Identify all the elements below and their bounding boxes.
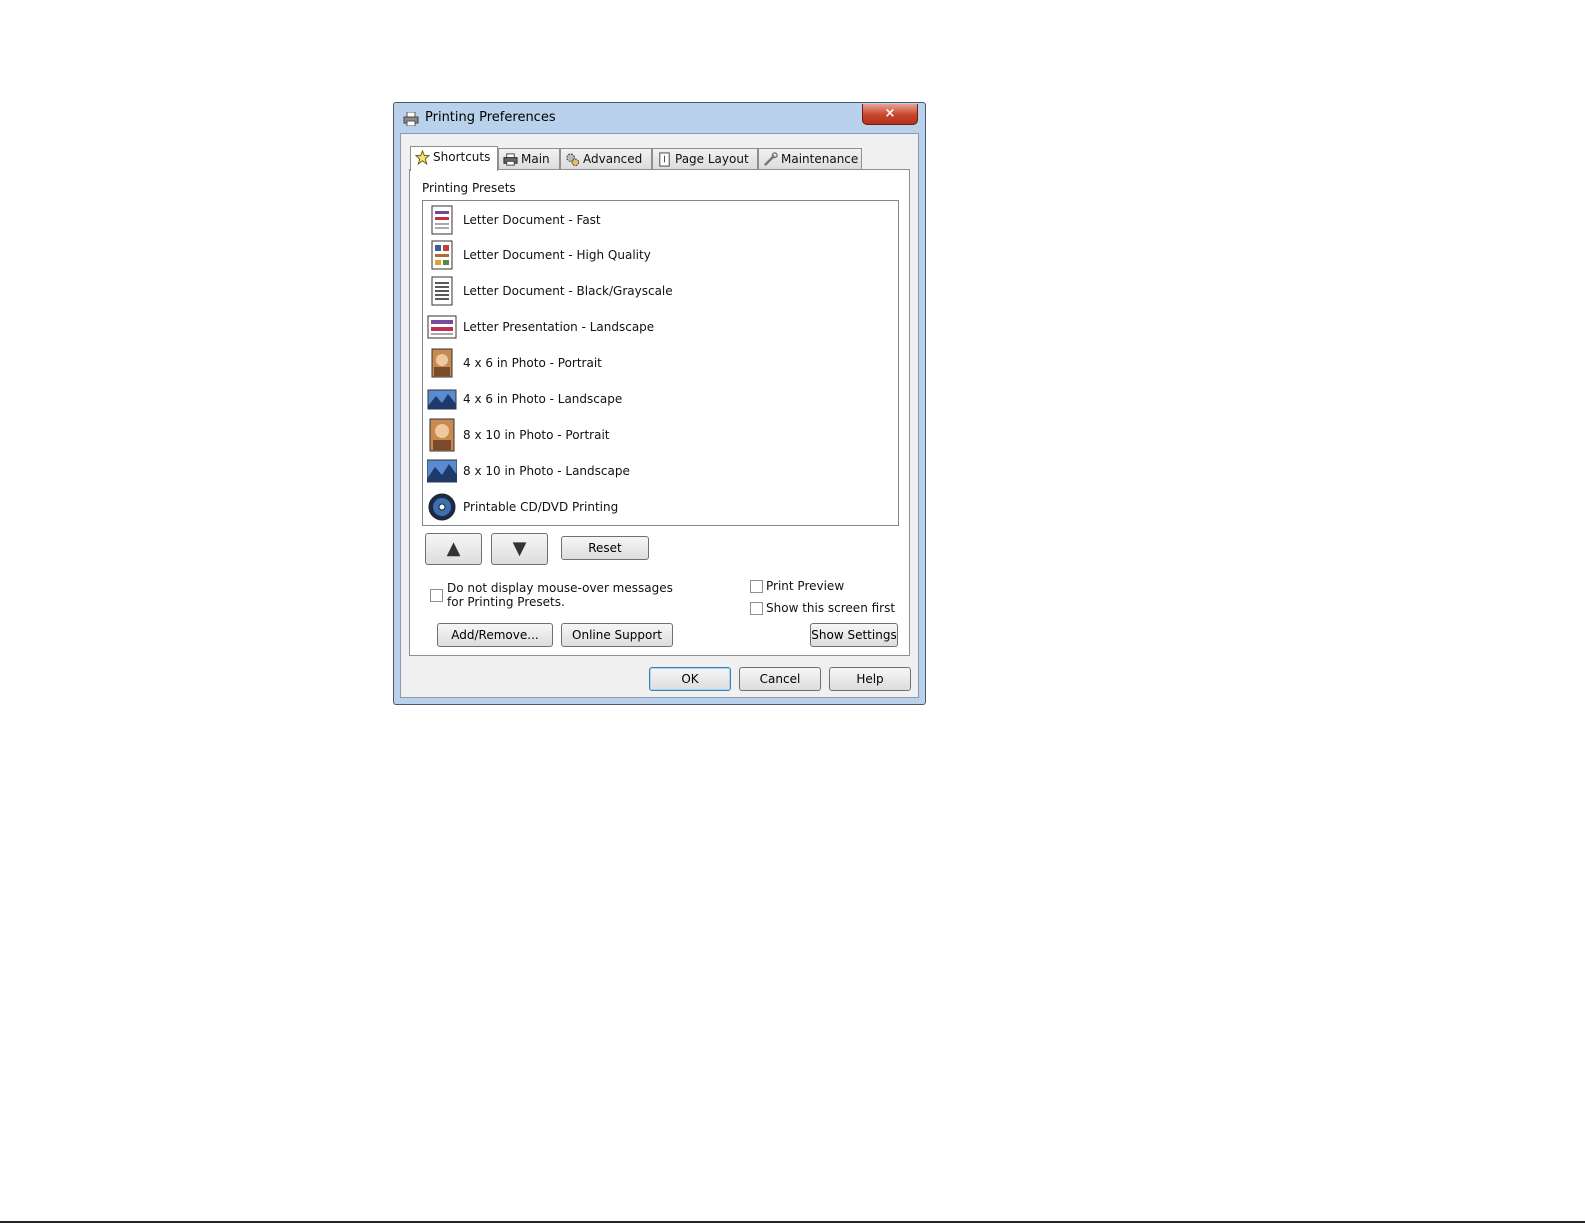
page-icon	[659, 152, 670, 167]
move-up-button[interactable]: ▲	[425, 533, 482, 565]
tab-maintenance-label: Maintenance	[781, 152, 859, 166]
help-button[interactable]: Help	[829, 667, 911, 691]
preset-label: Letter Presentation - Landscape	[463, 320, 655, 334]
tab-main-label: Main	[521, 152, 550, 166]
print-preview-label: Print Preview	[766, 579, 845, 593]
printing-preferences-dialog: Printing Preferences × Shortcuts Main Ad…	[393, 102, 926, 705]
preset-label: 8 x 10 in Photo - Landscape	[463, 464, 630, 478]
preset-4x6-photo-landscape[interactable]: 4 x 6 in Photo - Landscape	[427, 382, 887, 416]
preset-list[interactable]: Letter Document - Fast Letter Document -…	[422, 200, 899, 526]
tab-main[interactable]: Main	[498, 148, 560, 169]
mouseover-messages-label: Do not display mouse-over messages for P…	[447, 581, 673, 609]
mouseover-messages-checkbox[interactable]	[430, 589, 443, 602]
tab-advanced[interactable]: Advanced	[560, 148, 652, 169]
print-preview-checkbox[interactable]	[750, 580, 763, 593]
show-screen-first-label: Show this screen first	[766, 601, 896, 615]
preset-label: 4 x 6 in Photo - Portrait	[463, 356, 602, 370]
star-icon	[415, 150, 430, 165]
tab-page-layout-label: Page Layout	[675, 152, 749, 166]
tab-shortcuts[interactable]: Shortcuts	[410, 146, 498, 171]
tab-page-layout[interactable]: Page Layout	[652, 148, 758, 169]
preset-label: Letter Document - Fast	[463, 213, 601, 227]
close-button[interactable]: ×	[862, 104, 918, 125]
add-remove-button[interactable]: Add/Remove...	[437, 623, 553, 647]
preset-label: 4 x 6 in Photo - Landscape	[463, 392, 623, 406]
preset-letter-presentation-landscape[interactable]: Letter Presentation - Landscape	[427, 310, 887, 344]
bottom-divider	[0, 1221, 1585, 1223]
reset-button[interactable]: Reset	[561, 536, 649, 560]
cd-dvd-icon	[428, 493, 456, 521]
cancel-button[interactable]: Cancel	[739, 667, 821, 691]
shortcuts-panel: Printing Presets Letter Document - Fast	[409, 169, 910, 656]
preset-letter-document-high-quality[interactable]: Letter Document - High Quality	[427, 238, 887, 272]
preset-8x10-photo-portrait[interactable]: 8 x 10 in Photo - Portrait	[427, 418, 887, 452]
printing-presets-label: Printing Presets	[422, 181, 516, 195]
title-bar: Printing Preferences ×	[394, 103, 925, 133]
window-title: Printing Preferences	[425, 110, 556, 125]
preset-letter-document-fast[interactable]: Letter Document - Fast	[427, 203, 887, 237]
preset-label: Letter Document - High Quality	[463, 248, 651, 262]
preset-8x10-photo-landscape[interactable]: 8 x 10 in Photo - Landscape	[427, 454, 887, 488]
online-support-button[interactable]: Online Support	[561, 623, 673, 647]
show-settings-button[interactable]: Show Settings	[810, 623, 898, 647]
tab-maintenance[interactable]: Maintenance	[758, 148, 862, 169]
photo-landscape-icon	[427, 389, 457, 410]
document-grayscale-icon	[431, 276, 453, 306]
mouseover-label-line1: Do not display mouse-over messages	[447, 581, 673, 595]
move-down-button[interactable]: ▼	[491, 533, 548, 565]
dialog-client-area: Shortcuts Main Advanced Page Layout Main…	[400, 133, 919, 698]
preset-label: Letter Document - Black/Grayscale	[463, 284, 673, 298]
ok-button[interactable]: OK	[649, 667, 731, 691]
photo-portrait-icon	[429, 418, 455, 452]
arrow-up-icon: ▲	[446, 538, 461, 559]
preset-4x6-photo-portrait[interactable]: 4 x 6 in Photo - Portrait	[427, 346, 887, 380]
photo-portrait-icon	[431, 348, 453, 378]
preset-label: 8 x 10 in Photo - Portrait	[463, 428, 610, 442]
document-fast-icon	[431, 205, 453, 235]
photo-landscape-icon	[427, 459, 457, 483]
preset-printable-cd-dvd[interactable]: Printable CD/DVD Printing	[427, 490, 887, 524]
close-icon: ×	[884, 106, 896, 121]
document-high-quality-icon	[431, 240, 453, 270]
preset-letter-document-grayscale[interactable]: Letter Document - Black/Grayscale	[427, 274, 887, 308]
wrench-icon	[764, 152, 778, 166]
tab-shortcuts-label: Shortcuts	[433, 150, 491, 164]
arrow-down-icon: ▼	[512, 538, 527, 559]
printer-icon	[503, 153, 518, 166]
preset-label: Printable CD/DVD Printing	[463, 500, 619, 514]
gears-icon	[566, 153, 580, 167]
tab-advanced-label: Advanced	[583, 152, 643, 166]
show-screen-first-checkbox[interactable]	[750, 602, 763, 615]
mouseover-label-line2: for Printing Presets.	[447, 595, 565, 609]
printer-icon	[403, 112, 419, 126]
presentation-landscape-icon	[427, 315, 457, 339]
